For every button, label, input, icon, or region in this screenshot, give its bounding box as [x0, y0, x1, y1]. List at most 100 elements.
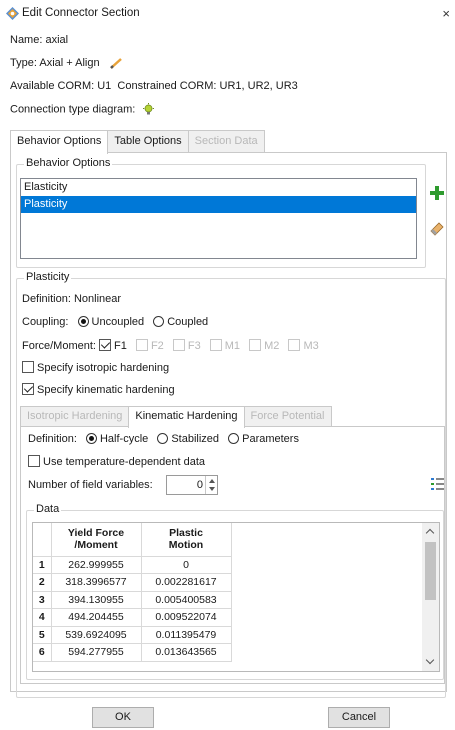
- f3-label: F3: [187, 340, 201, 352]
- yield-force-cell[interactable]: 594.277955: [51, 643, 142, 662]
- dof-m2: M2: [249, 339, 280, 352]
- isotropic-hardening-checkbox[interactable]: [22, 361, 34, 373]
- parameters-option[interactable]: Parameters: [228, 433, 299, 445]
- type-label: Type:: [10, 57, 37, 69]
- table-row[interactable]: 2 318.3996577 0.002281617: [33, 573, 232, 592]
- temperature-label: Use temperature-dependent data: [43, 456, 206, 468]
- behavior-options-title: Behavior Options: [24, 157, 113, 169]
- plastic-motion-header[interactable]: Plastic Motion: [141, 523, 232, 557]
- table-row[interactable]: 3 394.130955 0.005400583: [33, 591, 232, 609]
- uncoupled-radio[interactable]: [77, 316, 89, 327]
- m2-label: M2: [264, 340, 280, 352]
- lightbulb-icon[interactable]: [142, 103, 155, 116]
- coupled-radio[interactable]: [153, 316, 165, 327]
- constrained-corm-label: Constrained CORM:: [117, 80, 217, 92]
- field-variables-spinner[interactable]: 0: [166, 475, 218, 495]
- stabilized-radio[interactable]: [157, 433, 169, 444]
- eraser-icon[interactable]: [428, 218, 446, 236]
- connector-section-icon: [6, 7, 19, 20]
- row-number: 3: [33, 591, 52, 609]
- tab-table-options[interactable]: Table Options: [107, 130, 189, 153]
- m1-label: M1: [224, 340, 241, 352]
- spinner-arrows[interactable]: [205, 476, 217, 494]
- uncoupled-label: Uncoupled: [91, 316, 145, 328]
- behavior-list[interactable]: Elasticity Plasticity: [20, 178, 417, 259]
- table-scrollbar[interactable]: [422, 523, 439, 671]
- plastic-motion-cell[interactable]: 0.002281617: [141, 573, 232, 592]
- m3-checkbox: [288, 339, 301, 351]
- kinematic-hardening-row[interactable]: Specify kinematic hardening: [22, 383, 175, 396]
- tab-behavior-options[interactable]: Behavior Options: [10, 130, 109, 154]
- row-number: 4: [33, 608, 52, 627]
- hardening-tabs: Isotropic Hardening Kinematic Hardening …: [20, 406, 332, 428]
- m2-checkbox: [249, 339, 262, 351]
- available-corm-value: U1: [97, 80, 112, 92]
- temperature-row[interactable]: Use temperature-dependent data: [28, 455, 205, 468]
- kinematic-definition-row: Definition: Half-cycle Stabilized Parame…: [28, 433, 299, 445]
- field-variables-value[interactable]: 0: [197, 479, 203, 491]
- ok-button[interactable]: OK: [92, 707, 154, 728]
- table-row[interactable]: 6 594.277955 0.013643565: [33, 643, 232, 662]
- plastic-motion-cell[interactable]: 0: [141, 556, 232, 574]
- available-corm-label: Available CORM:: [10, 80, 95, 92]
- half-cycle-option[interactable]: Half-cycle: [85, 433, 148, 445]
- yield-force-cell[interactable]: 539.6924095: [51, 626, 142, 644]
- yield-force-header-line1: Yield Force: [67, 527, 125, 540]
- yield-force-cell[interactable]: 494.204455: [51, 608, 142, 627]
- diagram-row: Connection type diagram:: [10, 103, 155, 116]
- list-item-plasticity[interactable]: Plasticity: [21, 196, 416, 213]
- type-row: Type: Axial + Align: [10, 57, 123, 70]
- spin-up-icon[interactable]: [209, 479, 215, 483]
- plastic-motion-cell[interactable]: 0.005400583: [141, 591, 232, 609]
- table-row[interactable]: 4 494.204455 0.009522074: [33, 608, 232, 627]
- parameters-radio[interactable]: [228, 433, 240, 444]
- add-icon[interactable]: [428, 184, 446, 202]
- stabilized-option[interactable]: Stabilized: [157, 433, 219, 445]
- diagram-label: Connection type diagram:: [10, 103, 136, 116]
- yield-force-cell[interactable]: 318.3996577: [51, 573, 142, 592]
- definition-row: Definition: Nonlinear: [22, 293, 121, 305]
- dof-f3: F3: [172, 339, 201, 352]
- yield-force-header-line2: /Moment: [74, 539, 118, 552]
- plasticity-title: Plasticity: [24, 271, 72, 283]
- half-cycle-radio[interactable]: [85, 433, 97, 444]
- pencil-icon[interactable]: [109, 57, 123, 70]
- yield-force-header[interactable]: Yield Force/Moment: [51, 523, 142, 557]
- kinematic-hardening-checkbox[interactable]: [22, 383, 34, 395]
- plastic-motion-cell[interactable]: 0.011395479: [141, 626, 232, 644]
- title-bar: Edit Connector Section ×: [0, 0, 455, 27]
- tab-kinematic-hardening[interactable]: Kinematic Hardening: [128, 406, 245, 428]
- plastic-motion-cell[interactable]: 0.009522074: [141, 608, 232, 627]
- m1-checkbox: [209, 339, 222, 351]
- row-number: 6: [33, 643, 52, 662]
- field-variables-row: Number of field variables:: [28, 479, 153, 491]
- close-button[interactable]: ×: [442, 6, 450, 21]
- scroll-down-icon[interactable]: [425, 655, 435, 665]
- isotropic-hardening-row[interactable]: Specify isotropic hardening: [22, 361, 169, 374]
- spin-down-icon[interactable]: [209, 487, 215, 491]
- coupling-coupled-option[interactable]: Coupled: [153, 316, 208, 328]
- temperature-checkbox[interactable]: [28, 455, 40, 467]
- dof-f1[interactable]: F1: [99, 339, 127, 352]
- data-table-container[interactable]: Yield Force/Moment Plastic Motion 1 262.99…: [32, 522, 440, 672]
- coupling-label: Coupling:: [22, 316, 69, 328]
- window-title: Edit Connector Section: [22, 7, 140, 19]
- data-table[interactable]: Yield Force/Moment Plastic Motion 1 262.99…: [33, 523, 232, 662]
- table-row[interactable]: 1 262.999955 0: [33, 556, 232, 574]
- f1-checkbox[interactable]: [99, 339, 112, 351]
- plastic-motion-cell[interactable]: 0.013643565: [141, 643, 232, 662]
- dof-m1: M1: [209, 339, 241, 352]
- type-value: Axial + Align: [39, 57, 100, 69]
- yield-force-cell[interactable]: 262.999955: [51, 556, 142, 574]
- table-row[interactable]: 5 539.6924095 0.011395479: [33, 626, 232, 644]
- cancel-button[interactable]: Cancel: [328, 707, 390, 728]
- scroll-thumb[interactable]: [425, 542, 436, 600]
- force-moment-row: Force/Moment: F1 F2 F3 M1 M2 M3: [22, 339, 319, 352]
- yield-force-cell[interactable]: 394.130955: [51, 591, 142, 609]
- coupling-uncoupled-option[interactable]: Uncoupled: [77, 316, 145, 328]
- list-item-elasticity[interactable]: Elasticity: [21, 179, 416, 196]
- list-options-icon[interactable]: [431, 478, 444, 490]
- plastic-motion-header-line1: Plastic: [169, 527, 203, 540]
- tab-isotropic-hardening: Isotropic Hardening: [20, 406, 130, 427]
- scroll-up-icon[interactable]: [425, 528, 435, 538]
